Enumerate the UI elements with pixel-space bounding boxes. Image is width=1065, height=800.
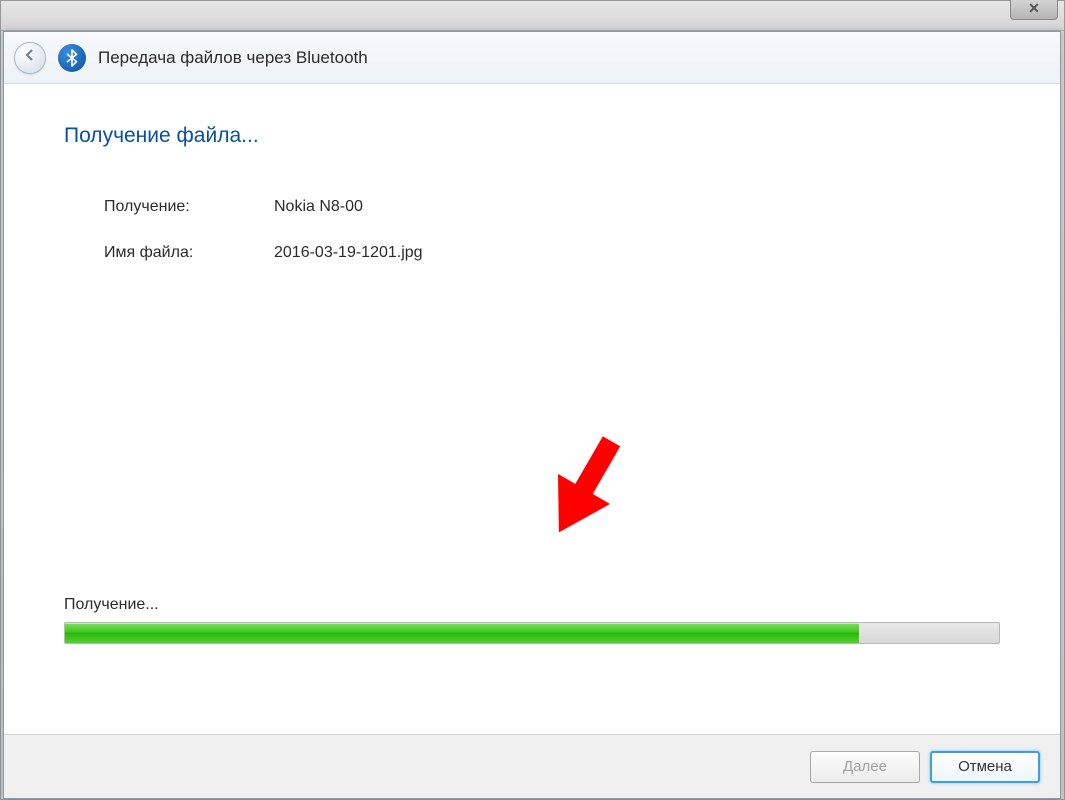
progress-fill (65, 623, 859, 643)
background-titlebar: ✕ (1, 1, 1064, 31)
back-button[interactable] (14, 42, 46, 74)
wizard-header: Передача файлов через Bluetooth (4, 32, 1060, 84)
wizard-body: Получение файла... Получение: Nokia N8-0… (4, 84, 1060, 734)
wizard-footer: Далее Отмена (4, 734, 1060, 798)
next-button: Далее (810, 751, 920, 783)
close-icon: ✕ (1028, 0, 1040, 17)
back-arrow-icon (22, 47, 38, 68)
info-grid: Получение: Nokia N8-00 Имя файла: 2016-0… (64, 198, 1000, 262)
background-close-button[interactable]: ✕ (1010, 0, 1058, 20)
filename-value: 2016-03-19-1201.jpg (274, 244, 1000, 262)
cancel-button[interactable]: Отмена (930, 751, 1040, 783)
background-window: ✕ Передача файлов через Bluetooth Получе… (0, 0, 1065, 800)
wizard-title: Передача файлов через Bluetooth (98, 48, 368, 68)
annotation-arrow-icon (534, 424, 634, 559)
filename-label: Имя файла: (104, 244, 274, 262)
bluetooth-wizard-window: Передача файлов через Bluetooth Получени… (3, 31, 1061, 799)
progress-label: Получение... (64, 596, 1000, 614)
source-value: Nokia N8-00 (274, 198, 1000, 216)
source-label: Получение: (104, 198, 274, 216)
progress-bar (64, 622, 1000, 644)
progress-section: Получение... (64, 596, 1000, 644)
page-heading: Получение файла... (64, 124, 1000, 148)
bluetooth-icon (58, 44, 86, 72)
